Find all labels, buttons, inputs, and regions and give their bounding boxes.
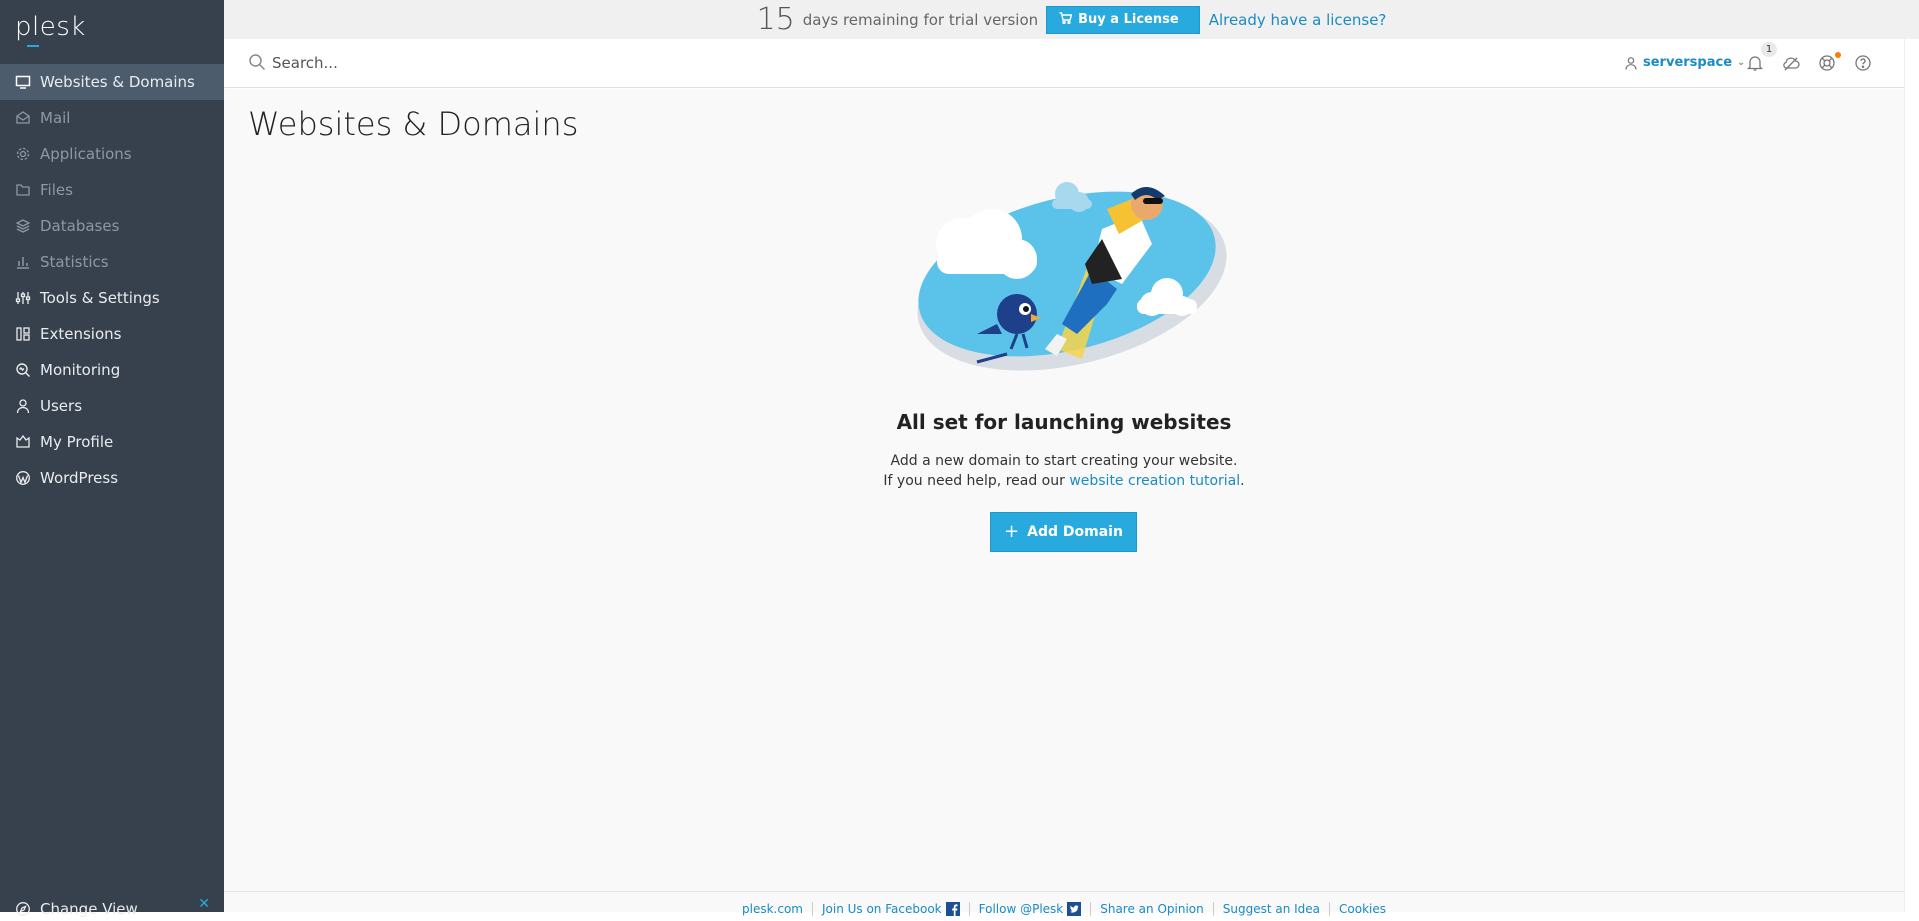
search-input[interactable]: [270, 51, 870, 75]
page-title: Websites & Domains: [248, 105, 579, 143]
footer-link-suggest-idea[interactable]: Suggest an Idea: [1212, 902, 1329, 916]
plus-icon: +: [1004, 520, 1020, 542]
close-icon[interactable]: ✕: [198, 896, 210, 912]
sidebar-item-extensions[interactable]: Extensions: [0, 316, 224, 352]
compass-icon: [15, 901, 31, 917]
monitor-icon: [15, 74, 31, 90]
empty-state-title: All set for launching websites: [896, 410, 1232, 434]
already-have-license-link[interactable]: Already have a license?: [1209, 11, 1387, 29]
empty-state-help-line: If you need help, read our website creat…: [224, 471, 1904, 491]
sidebar-item-tools-settings[interactable]: Tools & Settings: [0, 280, 224, 316]
add-domain-button[interactable]: + Add Domain: [990, 512, 1137, 552]
sidebar-item-websites-domains[interactable]: Websites & Domains: [0, 64, 224, 100]
sliders-icon: [15, 290, 31, 306]
footer-link-label: Share an Opinion: [1100, 902, 1204, 916]
gear-icon: [15, 146, 31, 162]
cart-icon: [1059, 11, 1073, 28]
sidebar-item-monitoring[interactable]: Monitoring: [0, 352, 224, 388]
plesk-logo[interactable]: plesk: [15, 12, 86, 47]
sidebar-nav: Websites & Domains Mail Applications Fil…: [0, 64, 224, 496]
facebook-icon: [945, 902, 960, 916]
twitter-icon: [1067, 902, 1082, 916]
footer-link-label: plesk.com: [742, 902, 803, 916]
magnifier-icon: [15, 362, 31, 378]
buy-license-button[interactable]: Buy a License: [1046, 5, 1200, 34]
sidebar-item-label: Tools & Settings: [40, 289, 160, 307]
sidebar-item-label: Applications: [40, 145, 132, 163]
sidebar-item-applications[interactable]: Applications: [0, 136, 224, 172]
help-icon[interactable]: [1854, 54, 1872, 72]
status-dot: [1835, 52, 1841, 58]
footer-link-plesk[interactable]: plesk.com: [733, 902, 812, 916]
footer-link-label: Cookies: [1339, 902, 1386, 916]
add-domain-label: Add Domain: [1027, 524, 1123, 540]
footer-link-label: Join Us on Facebook: [821, 902, 942, 916]
scrollbar[interactable]: [1904, 39, 1919, 912]
sidebar-item-wordpress[interactable]: WordPress: [0, 460, 224, 496]
footer-link-label: Follow @Plesk: [978, 902, 1064, 916]
search-icon: [249, 54, 266, 71]
website-creation-tutorial-link[interactable]: website creation tutorial: [1069, 473, 1240, 489]
buy-license-label: Buy a License: [1078, 12, 1179, 27]
trial-banner: 15 days remaining for trial version Buy …: [224, 0, 1919, 39]
profile-icon: [15, 434, 31, 450]
sidebar-item-label: My Profile: [40, 433, 114, 451]
sidebar-item-label: WordPress: [40, 469, 119, 487]
chevron-down-icon: ⌄: [1737, 57, 1746, 68]
layers-icon: [15, 218, 31, 234]
sidebar-item-statistics[interactable]: Statistics: [0, 244, 224, 280]
footer: plesk.com Join Us on Facebook Follow @Pl…: [224, 891, 1904, 916]
bar-chart-icon: [15, 254, 31, 270]
footer-link-twitter[interactable]: Follow @Plesk: [968, 902, 1091, 916]
grid-icon: [15, 326, 31, 342]
main-content: Websites & Domains All set for launching…: [224, 89, 1904, 891]
change-view-label: Change View: [40, 900, 138, 918]
sidebar: plesk Websites & Domains Mail Applicatio…: [0, 0, 224, 918]
empty-state-description: Add a new domain to start creating your …: [224, 451, 1904, 491]
sidebar-item-label: Users: [40, 397, 83, 415]
cloud-icon[interactable]: [1782, 54, 1800, 72]
sidebar-item-my-profile[interactable]: My Profile: [0, 424, 224, 460]
wordpress-icon: [15, 470, 31, 486]
empty-state-line: Add a new domain to start creating your …: [890, 453, 1238, 469]
notification-badge: 1: [1761, 42, 1777, 57]
sidebar-item-label: Statistics: [40, 253, 109, 271]
footer-link-facebook[interactable]: Join Us on Facebook: [811, 902, 969, 916]
sidebar-item-mail[interactable]: Mail: [0, 100, 224, 136]
bell-icon[interactable]: [1746, 54, 1764, 72]
sidebar-item-label: Extensions: [40, 325, 122, 343]
trial-message: days remaining for trial version: [802, 10, 1039, 29]
user-name: serverspace: [1643, 55, 1733, 70]
user-icon: [1625, 56, 1637, 70]
top-header: serverspace ⌄ 1: [224, 39, 1904, 88]
rocket-man-illustration: [917, 182, 1227, 371]
sidebar-item-users[interactable]: Users: [0, 388, 224, 424]
sidebar-item-files[interactable]: Files: [0, 172, 224, 208]
sidebar-item-label: Files: [40, 181, 73, 199]
user-menu[interactable]: serverspace ⌄: [1624, 55, 1745, 70]
change-view-button[interactable]: Change View: [15, 900, 138, 918]
sidebar-item-label: Websites & Domains: [40, 73, 195, 91]
footer-link-cookies[interactable]: Cookies: [1329, 902, 1395, 916]
trial-days-count: 15: [756, 2, 795, 37]
sidebar-item-label: Monitoring: [40, 361, 121, 379]
sidebar-item-databases[interactable]: Databases: [0, 208, 224, 244]
folder-icon: [15, 182, 31, 198]
lifebuoy-icon[interactable]: [1818, 54, 1836, 72]
footer-link-share-opinion[interactable]: Share an Opinion: [1090, 902, 1213, 916]
help-text-end: .: [1240, 473, 1245, 489]
sidebar-item-label: Mail: [40, 109, 71, 127]
mail-icon: [15, 110, 31, 126]
help-text: If you need help, read our: [883, 473, 1070, 489]
sidebar-item-label: Databases: [40, 217, 120, 235]
footer-link-label: Suggest an Idea: [1222, 902, 1321, 916]
user-icon: [15, 398, 31, 414]
